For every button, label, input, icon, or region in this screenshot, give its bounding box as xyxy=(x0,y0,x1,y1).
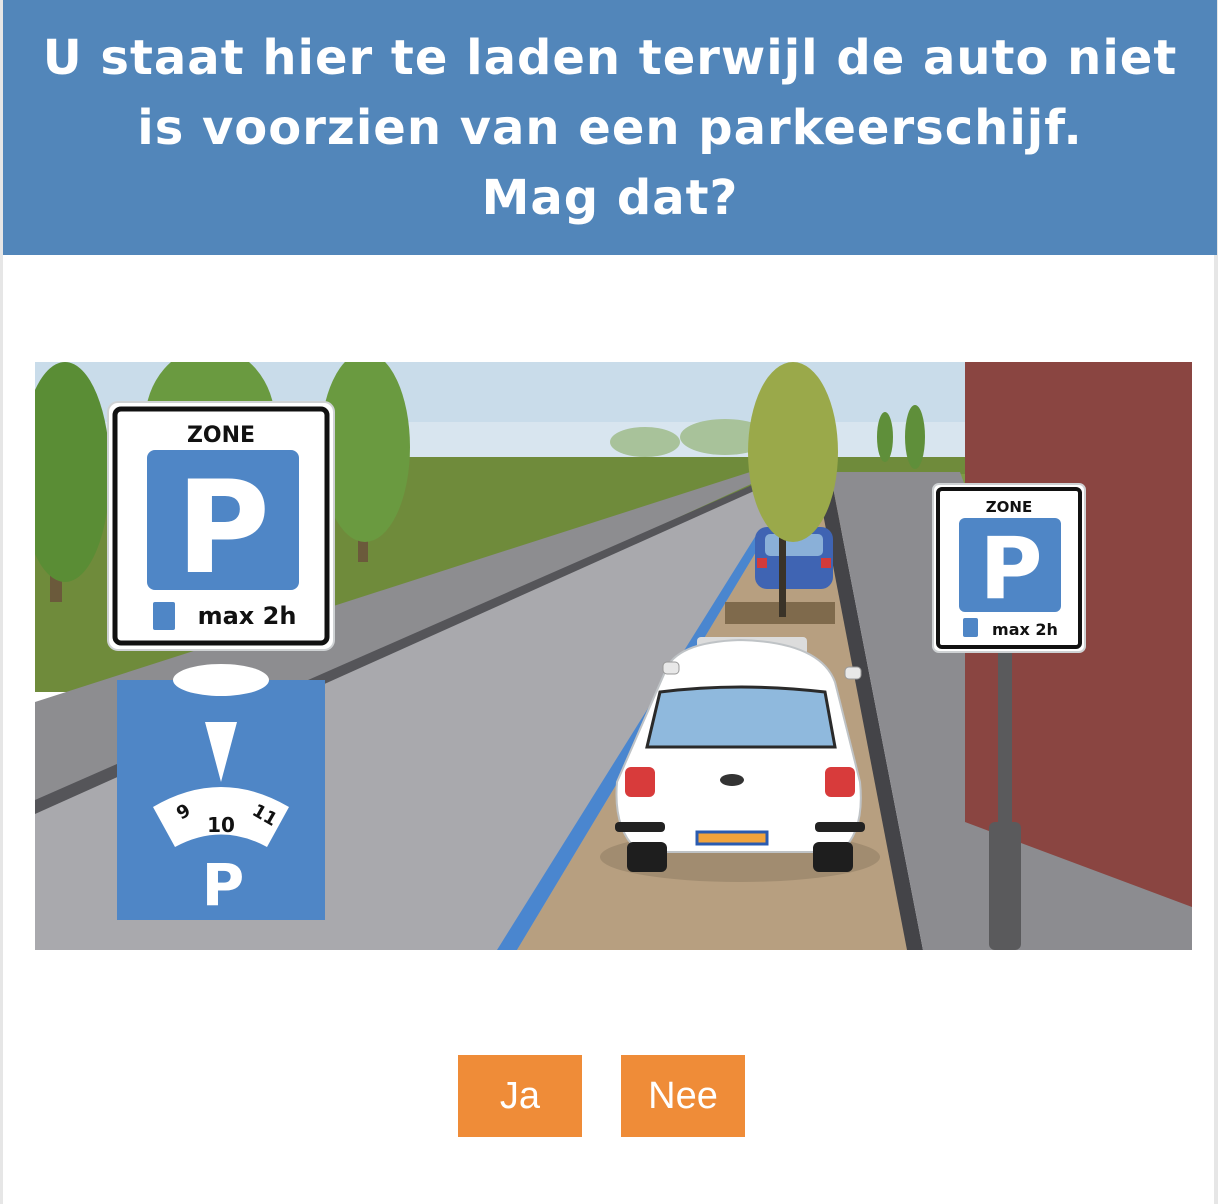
question-line-3: Mag dat? xyxy=(481,169,739,226)
sign-right-zone: ZONE xyxy=(986,498,1032,516)
question-line-1: U staat hier te laden terwijl de auto ni… xyxy=(42,29,1178,86)
parking-disc: 9 10 11 P xyxy=(117,664,325,920)
parking-disc-mini-icon-right xyxy=(963,618,978,637)
answer-yes-button[interactable]: Ja xyxy=(458,1055,582,1137)
parking-disc-mini-icon xyxy=(153,602,175,630)
answer-no-button[interactable]: Nee xyxy=(621,1055,745,1137)
sign-left-max: max 2h xyxy=(198,602,297,630)
zone-parking-sign-right: ZONE P max 2h xyxy=(932,483,1086,653)
question-illustration: ZONE P max 2h 9 10 11 P ZONE P max 2h xyxy=(35,362,1192,950)
sign-right-letter: P xyxy=(979,519,1042,619)
disc-letter: P xyxy=(202,851,245,919)
question-header: U staat hier te laden terwijl de auto ni… xyxy=(3,0,1217,255)
sign-right-max: max 2h xyxy=(992,620,1058,639)
zone-parking-sign-left: ZONE P max 2h xyxy=(107,401,335,651)
disc-hour-10: 10 xyxy=(207,813,235,837)
sign-left-letter: P xyxy=(176,454,270,603)
sign-left-zone: ZONE xyxy=(187,423,255,448)
question-line-2: is voorzien van een parkeerschijf. xyxy=(137,99,1083,156)
